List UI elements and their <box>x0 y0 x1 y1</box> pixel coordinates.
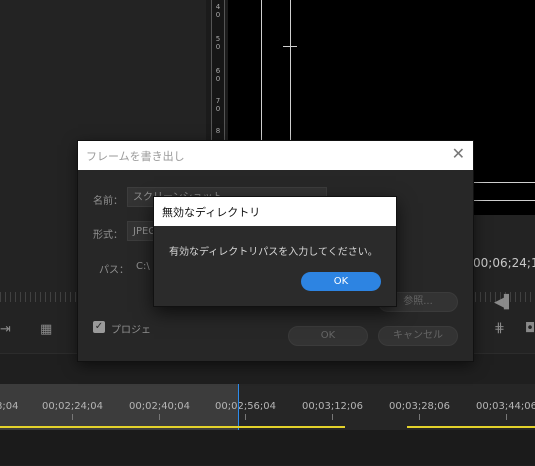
ruler-number: 0 <box>215 43 221 51</box>
alert-message: 有効なディレクトリパスを入力してください。 <box>169 247 378 258</box>
timeline-track[interactable] <box>0 430 535 465</box>
export-frame-icon[interactable]: ◘ <box>525 321 535 336</box>
timeline-timecode: 00;02;24;04 <box>42 401 104 412</box>
ruler-number: 4 <box>215 3 221 11</box>
timeline-tick <box>332 414 333 420</box>
ruler-number: 0 <box>215 75 221 83</box>
playhead[interactable] <box>238 384 239 430</box>
timeline-timecode: 00;02;40;04 <box>129 401 191 412</box>
ruler-number: 0 <box>215 11 221 19</box>
safe-guide <box>290 0 291 140</box>
in-out-range[interactable] <box>0 384 238 430</box>
name-label: 名前： <box>93 196 123 207</box>
alert-titlebar: 無効なディレクトリ <box>154 197 396 226</box>
safe-guide <box>473 182 535 183</box>
path-value: C:\ <box>136 261 150 272</box>
ruler-number: 5 <box>215 35 221 43</box>
timeline-tick <box>419 414 420 420</box>
timeline-tick <box>159 414 160 420</box>
timeline-timecode: 00;03;28;06 <box>389 401 451 412</box>
import-checkbox[interactable]: ✓ <box>93 321 105 333</box>
step-back-icon[interactable]: ◀▌ <box>494 295 514 310</box>
timeline-tick <box>245 414 246 420</box>
render-bar <box>407 426 535 428</box>
format-label: 形式： <box>93 230 123 241</box>
path-label: パス： <box>99 265 129 276</box>
dialog-titlebar: フレームを書き出し ✕ <box>78 141 473 170</box>
timeline-timecode: 8;04 <box>0 401 19 412</box>
safe-guide <box>261 0 262 140</box>
timeline-tick <box>506 414 507 420</box>
alert-ok-button[interactable]: OK <box>301 272 381 291</box>
vertical-ruler: 4 0 5 0 6 0 7 0 8 <box>206 0 229 140</box>
crosshair-guide <box>283 46 297 47</box>
render-bar <box>0 426 345 428</box>
ruler-number: 6 <box>215 67 221 75</box>
ruler-number: 8 <box>215 127 221 135</box>
cancel-button[interactable]: キャンセル <box>378 326 458 346</box>
snap-icon[interactable]: ⋕ <box>494 321 505 336</box>
program-timecode[interactable]: 00;06;24;12 <box>473 256 535 270</box>
safe-guide <box>473 200 535 201</box>
ok-button[interactable]: OK <box>288 326 368 346</box>
timeline-timecode: 00;02;56;04 <box>215 401 277 412</box>
timeline-tick <box>72 414 73 420</box>
timeline-timecode: 00;03;44;06 <box>476 401 535 412</box>
import-label: プロジェ <box>111 325 151 336</box>
dialog-title: フレームを書き出し <box>86 150 185 163</box>
close-icon[interactable]: ✕ <box>452 144 465 164</box>
timeline-timecode: 00;03;12;06 <box>302 401 364 412</box>
ruler-number: 7 <box>215 97 221 105</box>
insert-icon[interactable]: ⇥ <box>0 322 11 337</box>
ruler-number: 0 <box>215 105 221 113</box>
invalid-directory-alert: 無効なディレクトリ 有効なディレクトリパスを入力してください。 OK <box>154 197 396 306</box>
overwrite-icon[interactable]: ▦ <box>40 322 52 337</box>
alert-title: 無効なディレクトリ <box>162 206 261 219</box>
